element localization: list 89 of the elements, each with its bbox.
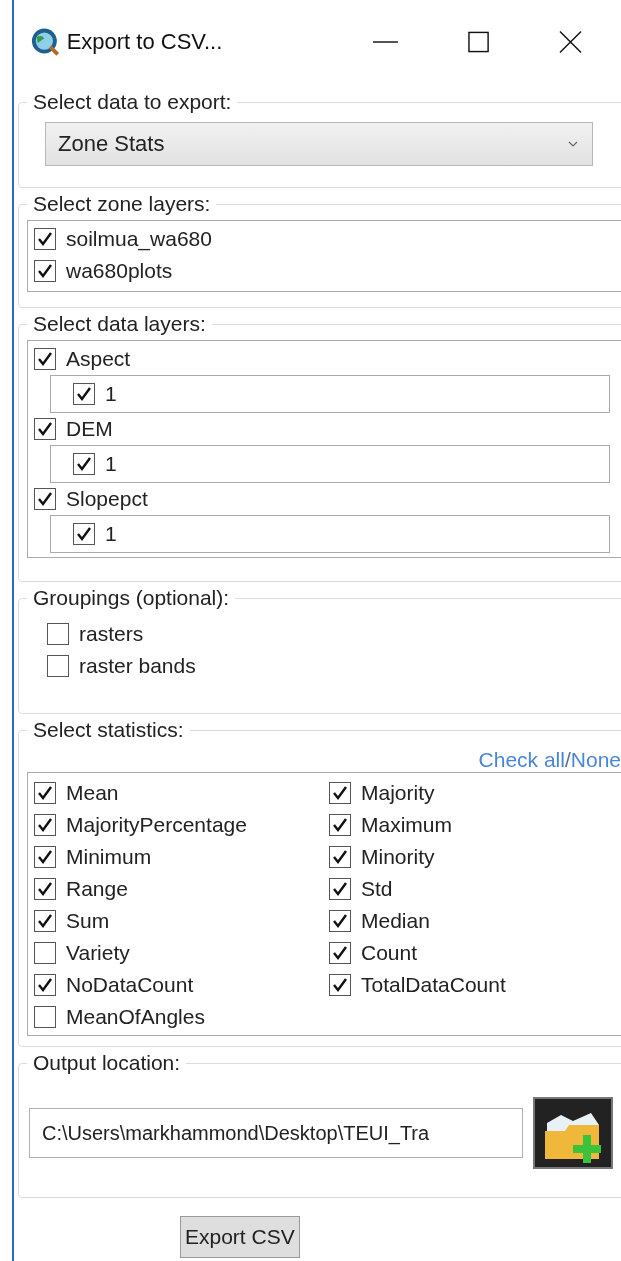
layer-label: Aspect [66, 347, 131, 371]
output-path-field[interactable]: C:\Users\markhammond\Desktop\TEUI_Tra [29, 1108, 523, 1158]
checkbox[interactable] [329, 942, 351, 964]
checkbox[interactable] [47, 655, 69, 677]
statistic-label: MajorityPercentage [66, 813, 247, 837]
checkbox[interactable] [34, 814, 56, 836]
checkmark-icon [36, 816, 54, 834]
check-none-link[interactable]: None [570, 748, 621, 772]
statistic-label: Variety [66, 941, 130, 965]
checkbox[interactable] [34, 488, 56, 510]
close-icon[interactable] [559, 30, 582, 54]
checkbox[interactable] [329, 782, 351, 804]
group-label: Groupings (optional): [32, 586, 231, 610]
checkmark-icon [331, 784, 349, 802]
checkbox[interactable] [34, 782, 56, 804]
checkmark-icon [36, 490, 54, 508]
checkmark-icon [331, 912, 349, 930]
checkmark-icon [331, 848, 349, 866]
grouping-label: raster bands [79, 654, 196, 678]
chevron-down-icon [568, 141, 578, 147]
checkbox[interactable] [34, 228, 56, 250]
layer-label: Slopepct [66, 487, 148, 511]
window-title: Export to CSV... [66, 29, 224, 55]
checkmark-icon [75, 455, 93, 473]
checkbox[interactable] [34, 348, 56, 370]
checkbox[interactable] [34, 942, 56, 964]
checkmark-icon [331, 976, 349, 994]
checkbox[interactable] [73, 383, 95, 405]
group-label: Select data to export: [32, 90, 233, 114]
checkmark-icon [331, 880, 349, 898]
checkbox[interactable] [34, 1006, 56, 1028]
checkbox[interactable] [329, 910, 351, 932]
checkmark-icon [331, 944, 349, 962]
statistic-label: Range [66, 877, 128, 901]
checkmark-icon [36, 912, 54, 930]
checkbox[interactable] [329, 878, 351, 900]
checkmark-icon [75, 385, 93, 403]
checkbox[interactable] [34, 974, 56, 996]
checkbox[interactable] [34, 260, 56, 282]
statistic-label: Count [361, 941, 418, 965]
link-separator: / [564, 748, 571, 772]
checkbox[interactable] [34, 418, 56, 440]
statistic-label: Minority [361, 845, 435, 869]
checkmark-icon [36, 230, 54, 248]
group-label: Select statistics: [32, 718, 185, 742]
globe-magnifier-icon [30, 26, 61, 58]
checkmark-icon [36, 848, 54, 866]
checkbox[interactable] [73, 523, 95, 545]
statistic-label: Sum [66, 909, 110, 933]
statistic-label: Majority [361, 781, 435, 805]
data-dropdown[interactable]: Zone Stats [45, 122, 593, 166]
band-label: 1 [105, 522, 117, 546]
grouping-label: rasters [79, 622, 144, 646]
statistic-label: NoDataCount [66, 973, 194, 997]
layer-label: DEM [66, 417, 113, 441]
export-csv-button[interactable]: Export CSV [180, 1216, 300, 1258]
group-label: Select zone layers: [32, 192, 212, 216]
checkmark-icon [36, 350, 54, 368]
statistic-label: Std [361, 877, 393, 901]
statistic-label: TotalDataCount [361, 973, 506, 997]
checkbox[interactable] [73, 453, 95, 475]
checkbox[interactable] [329, 846, 351, 868]
browse-folder-button[interactable] [533, 1097, 613, 1169]
layer-label: wa680plots [66, 259, 173, 283]
checkbox[interactable] [34, 878, 56, 900]
checkmark-icon [36, 420, 54, 438]
checkbox[interactable] [34, 846, 56, 868]
statistic-label: Median [361, 909, 430, 933]
statistic-label: Maximum [361, 813, 452, 837]
statistic-label: Mean [66, 781, 119, 805]
check-all-link[interactable]: Check all [478, 748, 565, 772]
statistic-label: MeanOfAngles [66, 1005, 205, 1029]
group-label: Select data layers: [32, 312, 207, 336]
statistic-label: Minimum [66, 845, 152, 869]
checkmark-icon [36, 880, 54, 898]
checkbox[interactable] [47, 623, 69, 645]
checkbox[interactable] [329, 814, 351, 836]
layer-label: soilmua_wa680 [66, 227, 212, 251]
checkbox[interactable] [329, 974, 351, 996]
checkmark-icon [75, 525, 93, 543]
group-label: Output location: [32, 1051, 182, 1075]
maximize-icon[interactable] [467, 31, 489, 53]
checkmark-icon [331, 816, 349, 834]
band-label: 1 [105, 382, 117, 406]
checkmark-icon [36, 784, 54, 802]
checkmark-icon [36, 262, 54, 280]
checkbox[interactable] [34, 910, 56, 932]
band-label: 1 [105, 452, 117, 476]
checkmark-icon [36, 976, 54, 994]
